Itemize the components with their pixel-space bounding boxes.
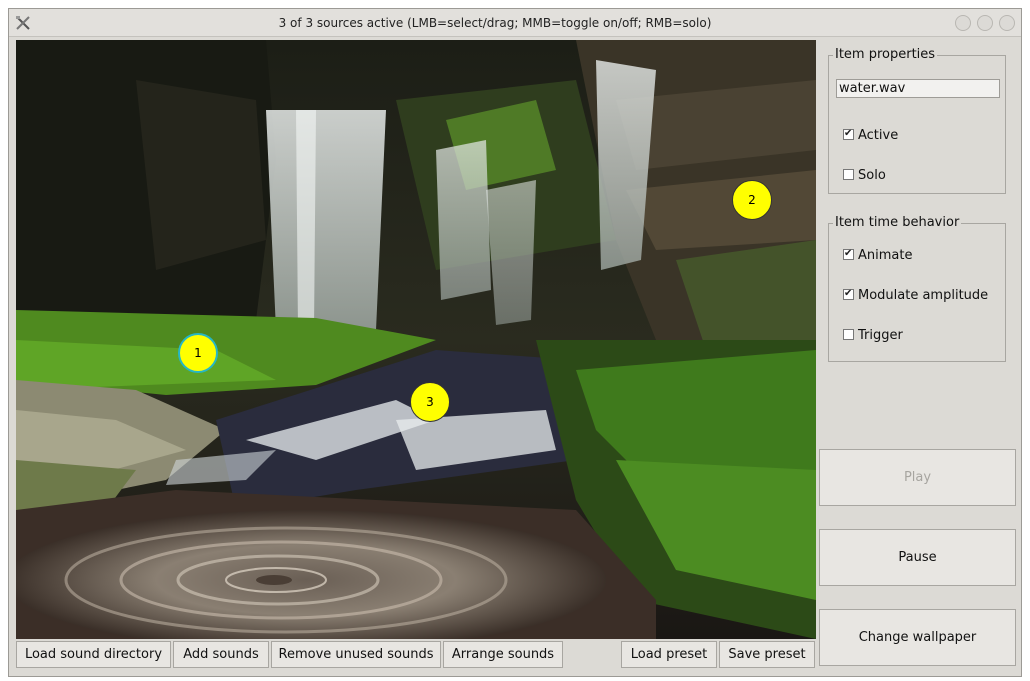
load-sound-directory-button[interactable]: Load sound directory: [16, 641, 171, 668]
active-label: Active: [858, 128, 899, 143]
wallpaper-canvas[interactable]: 1 2 3: [16, 40, 816, 639]
trigger-checkbox[interactable]: Trigger: [843, 329, 903, 345]
modulate-label: Modulate amplitude: [858, 288, 989, 303]
animate-label: Animate: [858, 248, 913, 263]
add-sounds-button[interactable]: Add sounds: [173, 641, 269, 668]
item-time-behavior-group: Item time behavior Animate Modulate ampl…: [828, 215, 1006, 362]
animate-check-icon[interactable]: [843, 247, 854, 261]
item-properties-group: Item properties water.wav Active Solo: [828, 47, 1006, 194]
app-window: 3 of 3 sources active (LMB=select/drag; …: [8, 8, 1022, 677]
item-time-behavior-title: Item time behavior: [833, 215, 962, 230]
save-preset-button[interactable]: Save preset: [719, 641, 815, 668]
close-icon[interactable]: [999, 15, 1015, 31]
play-button[interactable]: Play: [819, 449, 1016, 506]
solo-checkbox[interactable]: Solo: [843, 169, 886, 185]
modulate-check-icon[interactable]: [843, 287, 854, 301]
minimize-icon[interactable]: [955, 15, 971, 31]
tools-icon: [16, 16, 30, 30]
item-properties-title: Item properties: [833, 47, 938, 62]
trigger-check-icon[interactable]: [843, 329, 854, 340]
arrange-sounds-button[interactable]: Arrange sounds: [443, 641, 563, 668]
sound-source-2[interactable]: 2: [732, 180, 772, 220]
title-bar[interactable]: 3 of 3 sources active (LMB=select/drag; …: [9, 9, 1021, 37]
trigger-label: Trigger: [858, 328, 903, 343]
sound-source-1[interactable]: 1: [178, 333, 218, 373]
modulate-amplitude-checkbox[interactable]: Modulate amplitude: [843, 287, 989, 305]
sound-source-3[interactable]: 3: [410, 382, 450, 422]
remove-unused-sounds-button[interactable]: Remove unused sounds: [271, 641, 441, 668]
solo-label: Solo: [858, 168, 886, 183]
waterfall-wallpaper: [16, 40, 816, 639]
side-panel: Item properties water.wav Active Solo It…: [818, 40, 1021, 676]
active-checkbox[interactable]: Active: [843, 127, 899, 145]
active-check-icon[interactable]: [843, 127, 854, 141]
maximize-icon[interactable]: [977, 15, 993, 31]
change-wallpaper-button[interactable]: Change wallpaper: [819, 609, 1016, 666]
animate-checkbox[interactable]: Animate: [843, 247, 913, 265]
pause-button[interactable]: Pause: [819, 529, 1016, 586]
window-title: 3 of 3 sources active (LMB=select/drag; …: [278, 16, 712, 30]
bottom-toolbar: Load sound directory Add sounds Remove u…: [16, 641, 816, 669]
load-preset-button[interactable]: Load preset: [621, 641, 717, 668]
solo-check-icon[interactable]: [843, 169, 854, 180]
item-name-field[interactable]: water.wav: [836, 79, 1000, 98]
